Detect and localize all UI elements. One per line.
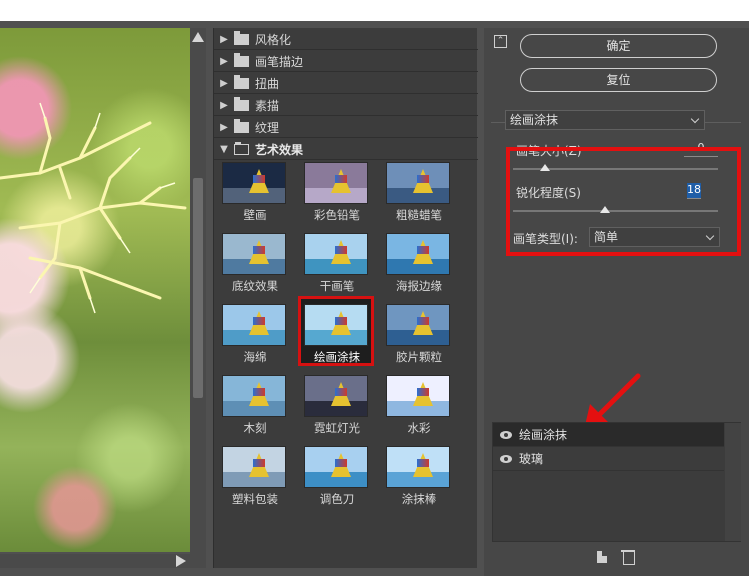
branch-art [0,102,187,314]
filter-preview-image[interactable] [304,162,368,204]
visibility-eye-icon[interactable] [493,430,519,439]
filter-preview-image[interactable] [386,446,450,488]
chevron-down-icon [690,114,700,124]
filter-select-value: 绘画涂抹 [510,113,559,127]
visibility-eye-icon[interactable] [493,454,519,463]
filter-thumb[interactable]: 木刻 [222,375,288,435]
ok-button[interactable]: 确定 [520,34,717,58]
filter-thumb[interactable]: 海绵 [222,304,288,364]
filter-thumb[interactable]: 海报边缘 [386,233,452,293]
filter-preview-image[interactable] [222,304,286,346]
filter-preview-image[interactable] [304,375,368,417]
filter-thumb-label: 海绵 [243,350,267,364]
filter-thumb-label: 涂抹棒 [401,492,437,506]
filter-select[interactable]: 绘画涂抹 [505,110,705,130]
category-artistic[interactable]: ▼ 艺术效果 [214,140,478,160]
folder-icon [234,53,249,67]
preview-canvas[interactable] [0,28,190,552]
filter-thumb[interactable]: 胶片颗粒 [386,304,452,364]
filter-thumb-label: 粗糙蜡笔 [396,208,442,222]
preview-vertical-scrollbar[interactable] [190,28,206,554]
effect-layer-name: 玻璃 [519,452,544,466]
category-texture[interactable]: ▶ 纹理 [214,118,478,138]
effect-layers-list: 绘画涂抹 玻璃 [492,422,741,542]
effect-layer-item[interactable]: 绘画涂抹 [493,423,724,447]
expand-arrow-icon[interactable]: ▶ [214,122,234,133]
scroll-up-arrow-icon[interactable] [192,32,204,42]
filter-preview-image[interactable] [222,446,286,488]
filter-thumb[interactable]: 塑料包装 [222,446,288,506]
filter-thumb-label: 海报边缘 [396,279,442,293]
filter-thumb-label: 底纹效果 [232,279,278,293]
effect-layer-name: 绘画涂抹 [519,428,568,442]
filter-thumb[interactable]: 彩色铅笔 [304,162,370,222]
expand-arrow-icon[interactable]: ▶ [214,34,234,45]
filter-preview-image[interactable] [386,233,450,275]
filter-thumb-label: 壁画 [243,208,267,222]
filter-preview-image[interactable] [304,446,368,488]
folder-icon [234,75,249,89]
collapse-arrow-icon[interactable]: ▼ [214,144,234,155]
expand-arrow-icon[interactable]: ▶ [214,56,234,67]
filter-thumb-label: 彩色铅笔 [314,208,360,222]
filter-preview-image[interactable] [386,162,450,204]
scrollbar-thumb[interactable] [193,178,203,398]
filter-thumb-label: 胶片颗粒 [396,350,442,364]
category-stylize[interactable]: ▶ 风格化 [214,30,478,50]
delete-effect-layer-icon[interactable] [621,549,635,565]
filter-thumb-label: 调色刀 [319,492,355,506]
folder-icon [234,119,249,133]
category-sketch[interactable]: ▶ 素描 [214,96,478,116]
parameters-highlight [506,147,741,256]
filter-thumb[interactable]: 调色刀 [304,446,370,506]
filter-thumb[interactable]: 粗糙蜡笔 [386,162,452,222]
filter-thumb-label: 水彩 [407,421,431,435]
filter-thumb-label: 干画笔 [319,279,355,293]
filter-preview-image[interactable] [386,304,450,346]
top-bar [0,0,749,21]
expand-arrow-icon[interactable]: ▶ [214,78,234,89]
filter-preview-image[interactable] [222,233,286,275]
effect-layer-item[interactable]: 玻璃 [493,447,724,471]
collapse-gallery-icon[interactable]: ⌃ [494,35,507,48]
open-folder-icon [234,142,249,155]
folder-icon [234,31,249,45]
filter-thumb[interactable]: 干画笔 [304,233,370,293]
filter-preview-image[interactable] [222,162,286,204]
scroll-right-arrow-icon[interactable] [176,555,186,567]
filter-thumb-label: 霓虹灯光 [314,421,360,435]
filter-thumb[interactable]: 水彩 [386,375,452,435]
preview-horizontal-scrollbar[interactable] [0,554,206,568]
category-brush-strokes[interactable]: ▶ 画笔描边 [214,52,478,72]
filter-preview-image[interactable] [304,233,368,275]
filter-thumb[interactable]: 霓虹灯光 [304,375,370,435]
filter-preview-image[interactable] [386,375,450,417]
filter-thumb-label: 塑料包装 [232,492,278,506]
expand-arrow-icon[interactable]: ▶ [214,100,234,111]
selection-highlight [298,296,374,366]
filter-thumb[interactable]: 底纹效果 [222,233,288,293]
new-effect-layer-icon[interactable] [595,549,609,565]
filter-thumb[interactable]: 壁画 [222,162,288,222]
filter-thumb-label: 木刻 [243,421,267,435]
filter-thumb[interactable]: 涂抹棒 [386,446,452,506]
filter-preview-image[interactable] [222,375,286,417]
layers-scrollbar[interactable] [725,423,741,541]
folder-icon [234,97,249,111]
category-distort[interactable]: ▶ 扭曲 [214,74,478,94]
reset-button[interactable]: 复位 [520,68,717,92]
